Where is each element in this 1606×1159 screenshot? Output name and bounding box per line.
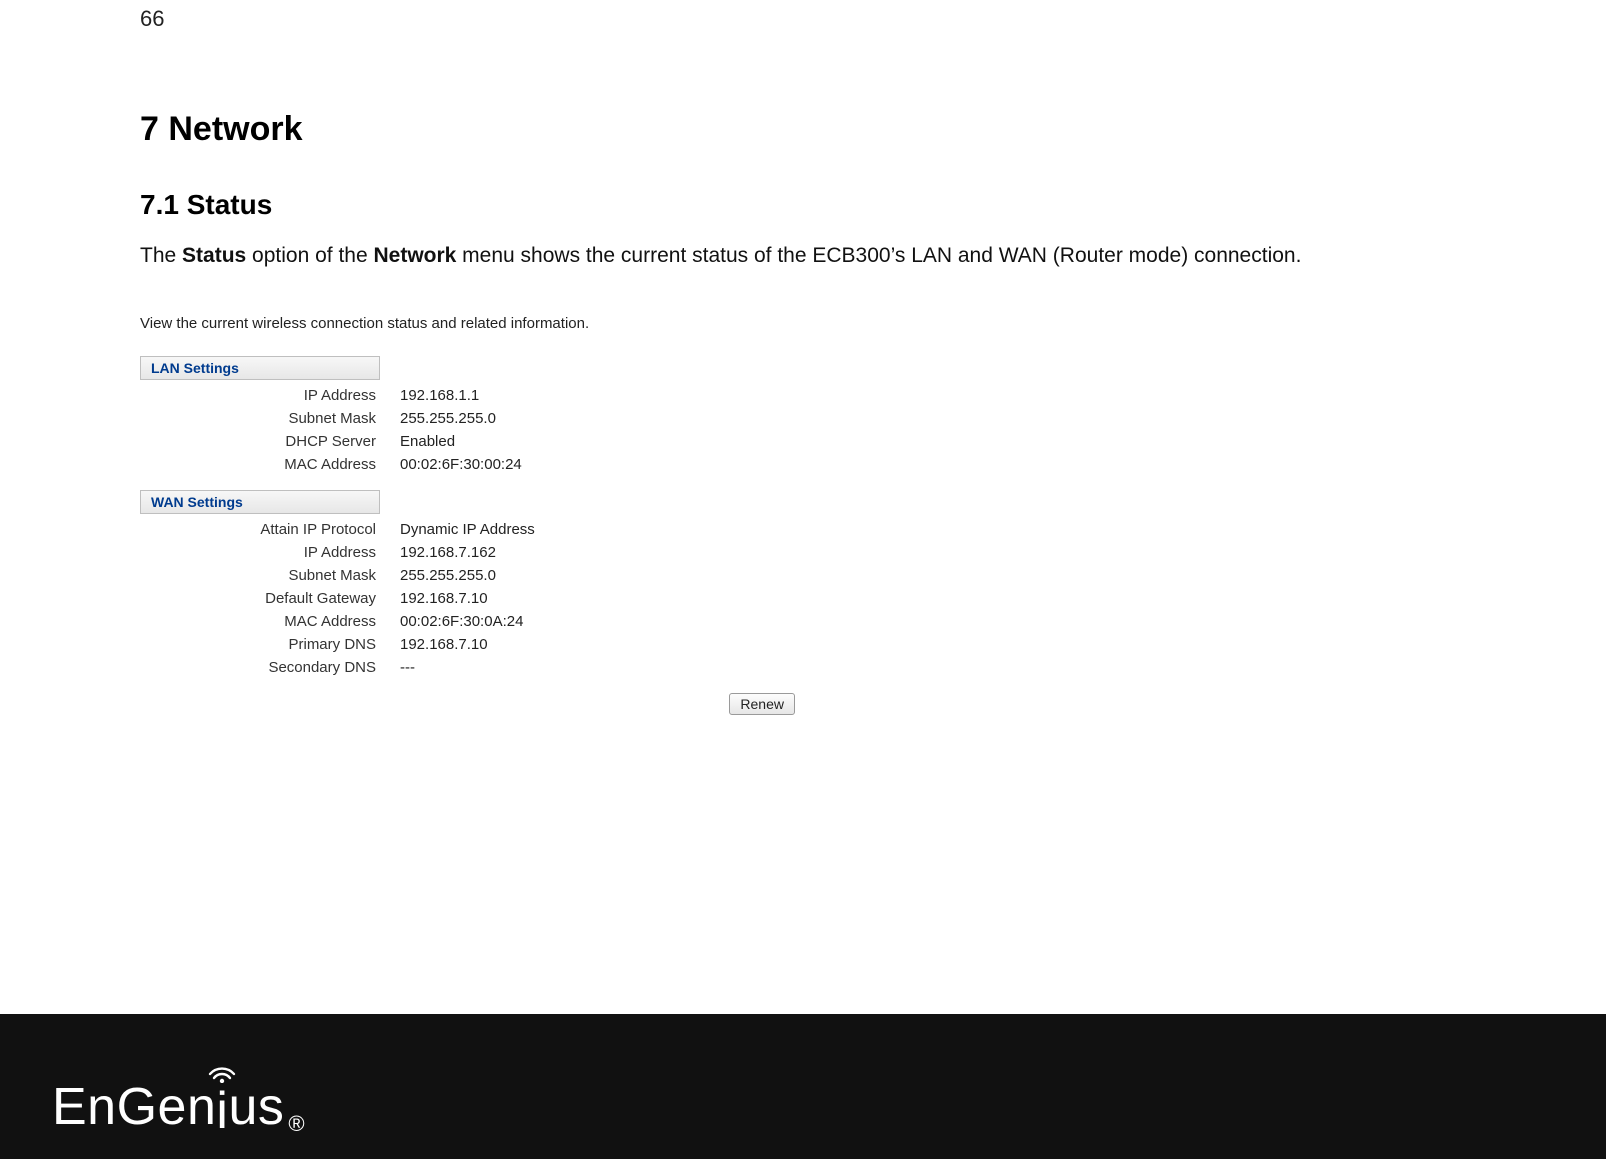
lan-subnet-label: Subnet Mask xyxy=(140,410,400,427)
chapter-heading: 7 Network xyxy=(140,110,1546,149)
wan-gw-value: 192.168.7.10 xyxy=(400,590,488,607)
wan-attain-value: Dynamic IP Address xyxy=(400,521,535,538)
wan-sdns-label: Secondary DNS xyxy=(140,659,400,676)
wan-attain-label: Attain IP Protocol xyxy=(140,521,400,538)
logo-part-gen: Gen xyxy=(117,1077,217,1137)
wan-settings-table: Attain IP Protocol Dynamic IP Address IP… xyxy=(140,518,800,679)
wan-pdns-row: Primary DNS 192.168.7.10 xyxy=(140,633,800,656)
section-paragraph: The Status option of the Network menu sh… xyxy=(140,237,1546,275)
lan-dhcp-row: DHCP Server Enabled xyxy=(140,430,800,453)
wan-attain-row: Attain IP Protocol Dynamic IP Address xyxy=(140,518,800,541)
logo-part-en: En xyxy=(52,1077,117,1137)
para-text: option of the xyxy=(246,244,373,267)
logo-text: EnGenius® xyxy=(52,1077,305,1137)
wan-gw-label: Default Gateway xyxy=(140,590,400,607)
page-footer: EnGenius® xyxy=(0,1014,1606,1159)
wifi-icon xyxy=(207,1061,237,1083)
wan-ip-row: IP Address 192.168.7.162 xyxy=(140,541,800,564)
lan-ip-row: IP Address 192.168.1.1 xyxy=(140,384,800,407)
para-bold-status: Status xyxy=(182,244,246,267)
lan-subnet-value: 255.255.255.0 xyxy=(400,410,496,427)
wan-sdns-row: Secondary DNS --- xyxy=(140,656,800,679)
lan-ip-label: IP Address xyxy=(140,387,400,404)
lan-mac-row: MAC Address 00:02:6F:30:00:24 xyxy=(140,453,800,476)
wan-ip-label: IP Address xyxy=(140,544,400,561)
wan-sdns-value: --- xyxy=(400,659,415,676)
lan-dhcp-label: DHCP Server xyxy=(140,433,400,450)
section-heading: 7.1 Status xyxy=(140,189,1546,221)
lan-dhcp-value: Enabled xyxy=(400,433,455,450)
lan-subnet-row: Subnet Mask 255.255.255.0 xyxy=(140,407,800,430)
wan-mac-row: MAC Address 00:02:6F:30:0A:24 xyxy=(140,610,800,633)
document-content: 7 Network 7.1 Status The Status option o… xyxy=(140,110,1546,715)
para-text: The xyxy=(140,244,182,267)
para-text: menu shows the current status of the ECB… xyxy=(456,244,1301,267)
lan-settings-header: LAN Settings xyxy=(140,356,380,380)
logo-registered-mark: ® xyxy=(288,1111,305,1137)
renew-row: Renew xyxy=(140,693,795,715)
logo-part-us: us xyxy=(228,1077,284,1137)
lan-ip-value: 192.168.1.1 xyxy=(400,387,479,404)
wan-subnet-label: Subnet Mask xyxy=(140,567,400,584)
wan-mac-label: MAC Address xyxy=(140,613,400,630)
wan-pdns-value: 192.168.7.10 xyxy=(400,636,488,653)
engenius-logo: EnGenius® xyxy=(52,1077,305,1137)
page-number: 66 xyxy=(140,6,164,32)
logo-i-with-wifi: i xyxy=(216,1085,228,1137)
wan-ip-value: 192.168.7.162 xyxy=(400,544,496,561)
logo-part-i: i xyxy=(216,1082,228,1140)
wan-pdns-label: Primary DNS xyxy=(140,636,400,653)
screenshot-caption: View the current wireless connection sta… xyxy=(140,315,800,332)
wan-gw-row: Default Gateway 192.168.7.10 xyxy=(140,587,800,610)
status-screenshot: View the current wireless connection sta… xyxy=(140,315,800,715)
para-bold-network: Network xyxy=(373,244,456,267)
wan-mac-value: 00:02:6F:30:0A:24 xyxy=(400,613,523,630)
lan-mac-label: MAC Address xyxy=(140,456,400,473)
lan-mac-value: 00:02:6F:30:00:24 xyxy=(400,456,522,473)
wan-subnet-row: Subnet Mask 255.255.255.0 xyxy=(140,564,800,587)
lan-settings-table: IP Address 192.168.1.1 Subnet Mask 255.2… xyxy=(140,384,800,476)
wan-subnet-value: 255.255.255.0 xyxy=(400,567,496,584)
renew-button[interactable]: Renew xyxy=(729,693,795,715)
wan-settings-header: WAN Settings xyxy=(140,490,380,514)
